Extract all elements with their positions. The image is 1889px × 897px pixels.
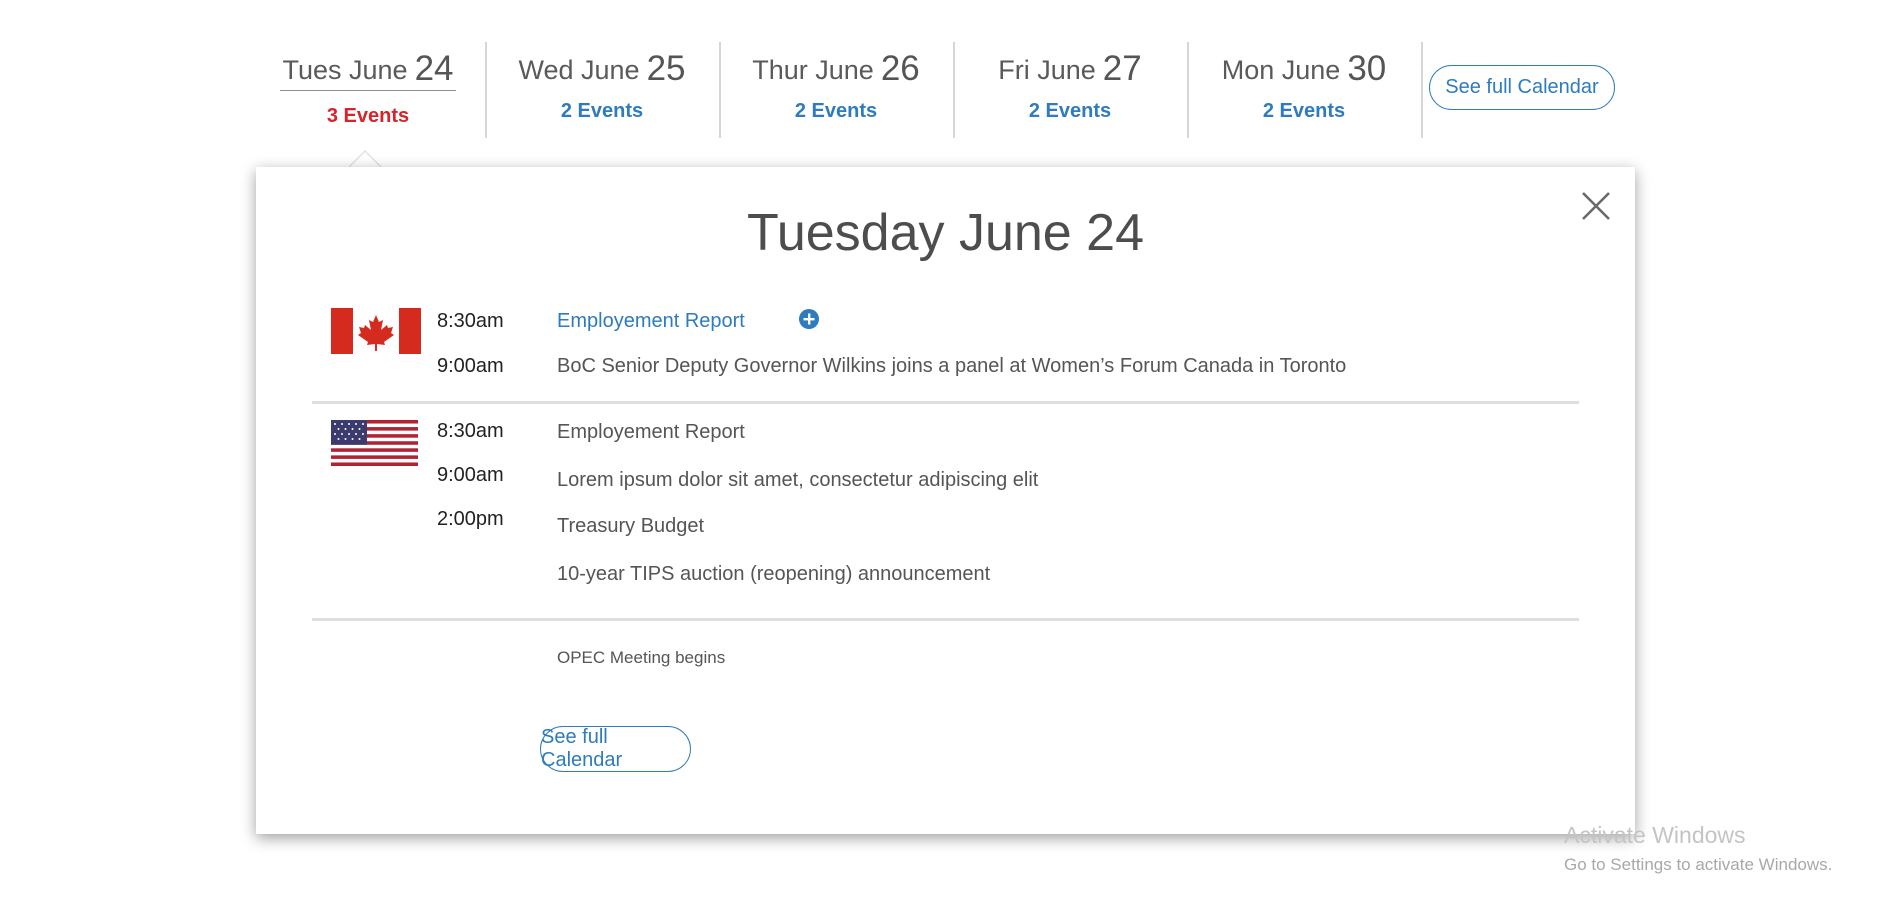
day-tab-tue-24[interactable]: Tues June 24 3 Events — [251, 42, 485, 138]
day-label: Wed June 25 — [516, 42, 687, 86]
day-number: 30 — [1347, 49, 1387, 88]
event-title: BoC Senior Deputy Governor Wilkins joins… — [557, 355, 1347, 377]
day-name: Mon June — [1221, 55, 1341, 85]
event-count: 2 Events — [794, 100, 878, 122]
event-title: Employement Report — [557, 421, 745, 443]
popup-title: Tuesday June 24 — [746, 204, 1144, 262]
see-full-calendar-button[interactable]: See full Calendar — [1429, 65, 1615, 110]
event-time: 8:30am — [437, 420, 504, 442]
event-title: OPEC Meeting begins — [557, 648, 726, 667]
day-tab-wed-25[interactable]: Wed June 25 2 Events — [485, 42, 719, 138]
day-strip: Tues June 24 3 Events Wed June 25 2 Even… — [251, 0, 1423, 140]
divider — [1421, 42, 1423, 138]
day-tab-fri-27[interactable]: Fri June 27 2 Events — [953, 42, 1187, 138]
event-time: 2:00pm — [437, 508, 504, 530]
watermark-title: Activate Windows — [1564, 822, 1746, 848]
day-name: Wed June — [518, 55, 640, 85]
watermark-subtitle: Go to Settings to activate Windows. — [1564, 855, 1833, 874]
event-title: Treasury Budget — [557, 515, 705, 537]
us-flag-icon — [331, 420, 418, 466]
popup-pointer — [348, 150, 382, 168]
day-number: 24 — [414, 49, 454, 88]
day-name: Fri June — [998, 55, 1096, 85]
day-label: Tues June 24 — [280, 42, 456, 91]
event-count: 2 Events — [1262, 100, 1346, 122]
plus-circle-icon[interactable] — [799, 309, 819, 329]
event-count: 3 Events — [326, 105, 410, 127]
canada-flag-icon — [331, 308, 421, 354]
day-name: Tues June — [282, 55, 408, 85]
event-title: 10-year TIPS auction (reopening) announc… — [557, 563, 991, 585]
day-label: Mon June 30 — [1220, 42, 1389, 86]
country-section-us: 8:30am 9:00am 2:00pm Employement Report … — [312, 404, 1579, 621]
event-count: 2 Events — [1028, 100, 1112, 122]
see-full-calendar-button[interactable]: See full Calendar — [540, 726, 691, 772]
event-link[interactable]: Employement Report — [557, 310, 745, 333]
day-number: 26 — [880, 49, 920, 88]
day-name: Thur June — [752, 55, 874, 85]
day-label: Thur June 26 — [750, 42, 922, 86]
day-label: Fri June 27 — [996, 42, 1143, 86]
day-tab-mon-30[interactable]: Mon June 30 2 Events — [1187, 42, 1421, 138]
day-number: 25 — [646, 49, 686, 88]
event-title: Lorem ipsum dolor sit amet, consectetur … — [557, 469, 1039, 491]
event-time: 9:00am — [437, 464, 504, 486]
day-detail-popup: Tuesday June 24 8:30am Employement Repor… — [256, 167, 1635, 834]
day-number: 27 — [1102, 49, 1142, 88]
event-count: 2 Events — [560, 100, 644, 122]
event-time: 9:00am — [437, 355, 504, 377]
country-section-canada: 8:30am Employement Report 9:00am BoC Sen… — [312, 298, 1579, 404]
country-section-global: OPEC Meeting begins — [312, 622, 1579, 682]
activate-windows-watermark: Activate Windows Go to Settings to activ… — [1564, 822, 1832, 875]
event-time: 8:30am — [437, 310, 504, 332]
day-tab-thu-26[interactable]: Thur June 26 2 Events — [719, 42, 953, 138]
